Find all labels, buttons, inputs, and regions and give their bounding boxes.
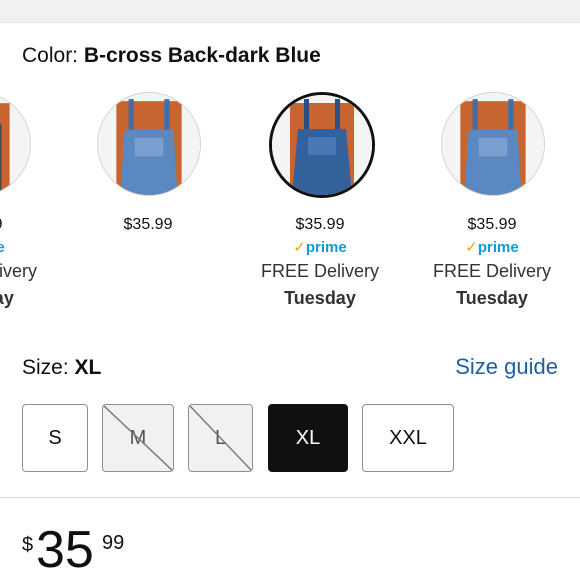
swatch-image[interactable] bbox=[441, 92, 545, 196]
prime-badge: ✓prime bbox=[293, 239, 347, 256]
delivery-day: Tuesday bbox=[0, 288, 14, 308]
section-divider bbox=[0, 497, 580, 498]
swatch-image[interactable] bbox=[97, 92, 201, 196]
prime-check-icon: ✓ bbox=[293, 239, 306, 256]
swatch-price: $35.99 bbox=[123, 216, 173, 233]
overalls-product-icon bbox=[0, 93, 30, 195]
delivery-text: FREE Delivery bbox=[432, 261, 552, 281]
size-option-label: XXL bbox=[389, 426, 427, 449]
price-fraction: 99 bbox=[102, 532, 125, 554]
overalls-product-icon bbox=[272, 95, 372, 195]
color-label: Color: bbox=[22, 44, 79, 67]
size-option-label: S bbox=[48, 426, 62, 449]
delivery-day: Tuesday bbox=[456, 288, 528, 308]
overalls-product-icon bbox=[442, 93, 544, 195]
size-option-s[interactable]: S bbox=[22, 404, 88, 472]
size-option-l-unavailable[interactable]: L bbox=[188, 404, 253, 472]
size-option-m-unavailable[interactable]: M bbox=[102, 404, 174, 472]
price-currency: $ bbox=[22, 534, 34, 556]
delivery-text: FREE Delivery bbox=[260, 261, 380, 281]
color-swatch-carousel[interactable]: $35.99 ✓prime FREE Delivery Tuesday $35.… bbox=[0, 88, 580, 318]
size-value: XL bbox=[74, 356, 102, 379]
size-label: Size: bbox=[22, 356, 69, 379]
color-selection-label: Color: B-cross Back-dark Blue bbox=[22, 44, 321, 68]
top-bar bbox=[0, 0, 580, 23]
overalls-product-icon bbox=[98, 93, 200, 195]
delivery-day: Tuesday bbox=[284, 288, 356, 308]
swatch-price: $35.99 bbox=[295, 216, 345, 233]
swatch-image[interactable] bbox=[0, 92, 31, 196]
size-option-label: XL bbox=[295, 426, 321, 449]
size-selection-label: Size: XL bbox=[22, 356, 101, 380]
size-option-xl-selected[interactable]: XL bbox=[268, 404, 348, 472]
price-whole: 35 bbox=[36, 521, 94, 579]
delivery-text: FREE Delivery bbox=[0, 261, 38, 281]
swatch-price: $35.99 bbox=[0, 216, 48, 234]
swatch-image[interactable] bbox=[269, 92, 375, 198]
unavailable-slash-icon bbox=[189, 405, 252, 471]
size-guide-link[interactable]: Size guide bbox=[455, 354, 558, 380]
prime-check-icon: ✓ bbox=[465, 239, 478, 256]
swatch-price: $35.99 bbox=[467, 216, 517, 233]
prime-badge: ✓prime bbox=[0, 239, 5, 256]
size-option-xxl[interactable]: XXL bbox=[362, 404, 454, 472]
color-value: B-cross Back-dark Blue bbox=[83, 44, 321, 67]
prime-badge: ✓prime bbox=[465, 239, 519, 256]
unavailable-slash-icon bbox=[103, 405, 173, 471]
